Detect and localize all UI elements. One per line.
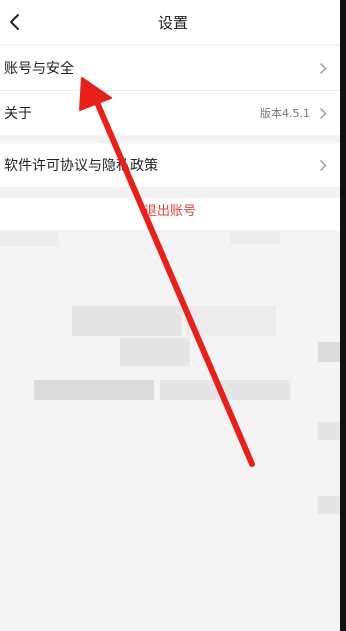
top-bar: 设置 [0, 0, 346, 44]
blurred-area [230, 232, 280, 244]
chevron-right-icon [316, 158, 330, 172]
license-privacy-label: 软件许可协议与隐私政策 [4, 158, 158, 174]
chevron-right-icon [316, 61, 330, 75]
blurred-area [120, 338, 190, 366]
blurred-area [72, 306, 182, 336]
chevron-left-icon [10, 14, 19, 30]
blurred-area [34, 380, 154, 400]
logout-section: 退出账号 [0, 198, 340, 230]
settings-screen: 设置 账号与安全 关于 版本4.5.1 软件许可协议与隐私政策 退出账号 [0, 0, 346, 631]
screen-edge [340, 0, 346, 631]
account-security-label: 账号与安全 [4, 61, 74, 77]
section-gap [0, 187, 346, 198]
blurred-area [160, 380, 290, 400]
about-row[interactable]: 关于 版本4.5.1 [0, 91, 340, 135]
logout-button[interactable]: 退出账号 [144, 204, 196, 217]
chevron-right-icon [316, 106, 330, 120]
blurred-area [318, 342, 340, 362]
blurred-area [0, 232, 58, 246]
license-privacy-row[interactable]: 软件许可协议与隐私政策 [0, 143, 340, 187]
version-text: 版本4.5.1 [260, 107, 310, 120]
page-title: 设置 [157, 13, 188, 32]
blurred-area [318, 422, 340, 440]
back-button[interactable] [2, 8, 28, 36]
account-security-row[interactable]: 账号与安全 [0, 46, 340, 90]
about-label: 关于 [4, 106, 32, 122]
blurred-area [186, 306, 276, 336]
blurred-area [318, 496, 340, 514]
section-gap [0, 135, 346, 143]
